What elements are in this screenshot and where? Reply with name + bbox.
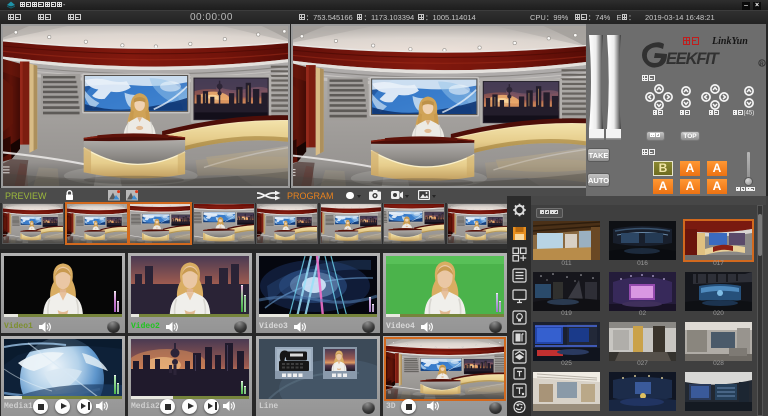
svg-text:EEKFIT: EEKFIT <box>666 50 721 68</box>
svg-text:R: R <box>760 61 764 67</box>
